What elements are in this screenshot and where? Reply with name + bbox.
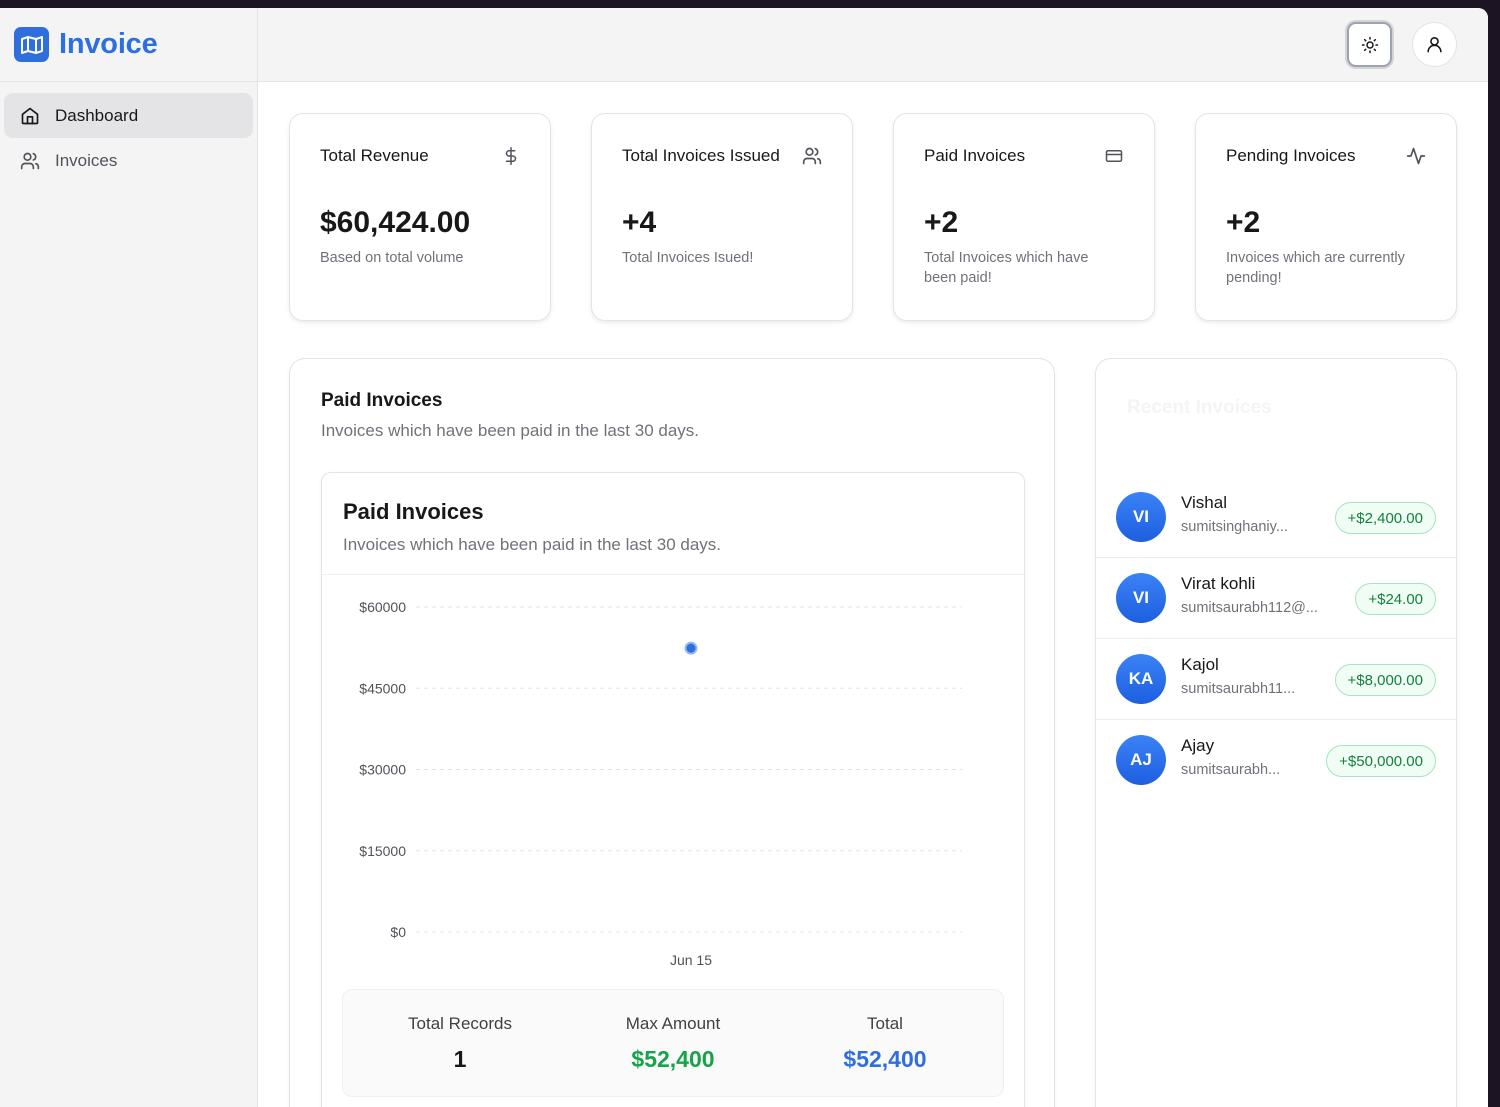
stat-title: Pending Invoices	[1226, 146, 1356, 165]
stat-card-total-revenue: Total Revenue $60,424.00 Based on total …	[289, 113, 551, 321]
theme-toggle-button[interactable]	[1347, 22, 1392, 67]
brand-name: Invoice	[59, 28, 158, 60]
paid-invoices-chart: $60000 $45000 $30000 $15000 $0 Jun 15	[359, 599, 962, 968]
recent-invoices-card: Recent Invoices VI Vishal sumitsinghaniy…	[1095, 358, 1457, 1107]
amount-badge: +$8,000.00	[1334, 664, 1436, 696]
credit-card-icon	[1105, 150, 1123, 162]
customer-email: sumitsinghaniy...	[1181, 519, 1288, 535]
paid-invoices-chart-card: Paid Invoices Invoices which have been p…	[321, 472, 1025, 1107]
amount-badge: +$2,400.00	[1334, 502, 1436, 534]
y-tick-label: $45000	[359, 680, 406, 696]
stat-subtitle: Total Invoices which have been paid!	[924, 250, 1089, 286]
total-value: $52,400	[843, 1046, 927, 1072]
avatar: AJ	[1116, 735, 1166, 785]
app-window: Invoice Dashboard Invoices Total Revenue…	[0, 8, 1488, 1107]
dollar-icon	[505, 147, 517, 165]
recent-invoices-title: Recent Invoices	[1127, 397, 1272, 418]
card-title: Paid Invoices	[321, 390, 443, 411]
customer-email: sumitsaurabh11...	[1181, 681, 1296, 697]
main-content: Total Revenue $60,424.00 Based on total …	[258, 82, 1488, 1107]
sidebar: Invoice Dashboard Invoices	[0, 8, 258, 1107]
recent-invoice-row[interactable]: AJ Ajay sumitsaurabh... +$50,000.00	[1096, 720, 1456, 801]
brand[interactable]: Invoice	[0, 8, 257, 82]
total-label: Total	[867, 1014, 903, 1033]
y-tick-label: $30000	[359, 762, 406, 778]
x-tick-label: Jun 15	[670, 952, 712, 968]
amount-badge: +$50,000.00	[1326, 745, 1436, 777]
user-icon	[1427, 36, 1442, 53]
recent-invoice-row[interactable]: VI Vishal sumitsinghaniy... +$2,400.00	[1096, 477, 1456, 558]
y-tick-label: $15000	[359, 843, 406, 859]
customer-email: sumitsaurabh...	[1181, 762, 1281, 778]
chart-title: Paid Invoices	[343, 499, 484, 524]
invoice-logo-icon	[14, 27, 49, 62]
chart-summary: Total Records 1 Max Amount $52,400 Total…	[342, 989, 1004, 1097]
total-records-label: Total Records	[408, 1014, 512, 1033]
stat-value: +4	[622, 206, 657, 239]
stat-subtitle: Total Invoices Isued!	[622, 250, 754, 266]
customer-email: sumitsaurabh112@...	[1181, 600, 1318, 616]
sidebar-item-dashboard[interactable]: Dashboard	[4, 93, 253, 138]
chart-description: Invoices which have been paid in the las…	[343, 535, 722, 554]
users-icon	[802, 147, 822, 165]
sidebar-item-invoices[interactable]: Invoices	[4, 138, 253, 183]
max-amount-label: Max Amount	[625, 1014, 721, 1033]
sidebar-item-label: Invoices	[55, 150, 118, 170]
sidebar-item-label: Dashboard	[55, 105, 139, 125]
customer-name: Vishal	[1181, 493, 1227, 512]
stat-value: $60,424.00	[320, 206, 471, 239]
stat-card-paid-invoices: Paid Invoices +2 Total Invoices which ha…	[893, 113, 1155, 321]
home-icon	[21, 107, 39, 124]
customer-name: Virat kohli	[1181, 574, 1256, 593]
stat-title: Paid Invoices	[924, 146, 1026, 165]
recent-invoice-row[interactable]: KA Kajol sumitsaurabh11... +$8,000.00	[1096, 639, 1456, 720]
max-amount-value: $52,400	[631, 1046, 715, 1072]
recent-invoice-row[interactable]: VI Virat kohli sumitsaurabh112@... +$24.…	[1096, 558, 1456, 639]
y-tick-label: $60000	[359, 599, 406, 615]
paid-invoices-card: Paid Invoices Invoices which have been p…	[289, 358, 1055, 1107]
top-header	[258, 8, 1488, 82]
total-records-value: 1	[453, 1046, 467, 1072]
stat-title: Total Revenue	[320, 146, 429, 165]
customer-name: Kajol	[1181, 655, 1219, 674]
data-point[interactable]	[684, 641, 698, 655]
card-description: Invoices which have been paid in the las…	[321, 421, 700, 440]
avatar: KA	[1116, 654, 1166, 704]
stat-subtitle: Invoices which are currently pending!	[1226, 250, 1405, 286]
avatar: VI	[1116, 573, 1166, 623]
stat-title: Total Invoices Issued	[622, 146, 780, 165]
stat-value: +2	[1226, 206, 1261, 239]
avatar: VI	[1116, 492, 1166, 542]
stat-card-pending-invoices: Pending Invoices +2 Invoices which are c…	[1195, 113, 1457, 321]
customer-name: Ajay	[1181, 736, 1215, 755]
users-icon	[20, 152, 40, 169]
stat-card-total-invoices: Total Invoices Issued +4 Total Invoices …	[591, 113, 853, 321]
y-tick-label: $0	[390, 924, 406, 940]
sidebar-nav: Dashboard Invoices	[0, 82, 257, 194]
activity-icon	[1406, 147, 1426, 165]
stat-subtitle: Based on total volume	[320, 250, 464, 266]
amount-badge: +$24.00	[1355, 583, 1436, 615]
sun-icon	[1361, 36, 1378, 53]
user-menu-button[interactable]	[1412, 22, 1457, 67]
stat-value: +2	[924, 206, 959, 239]
